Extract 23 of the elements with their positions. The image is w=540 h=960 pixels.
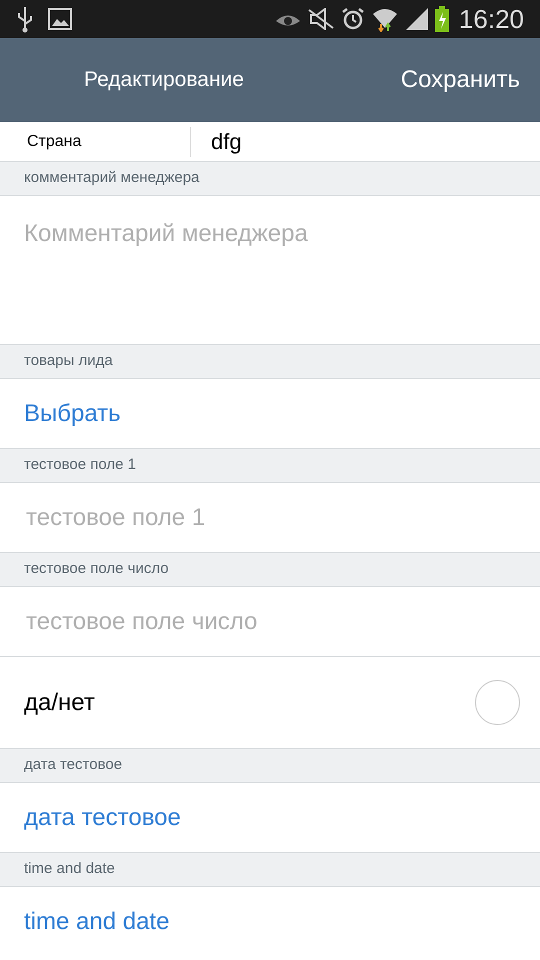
battery-icon	[434, 6, 449, 32]
section-header: товары лида	[0, 344, 540, 379]
wifi-icon	[370, 6, 399, 32]
country-value: dfg	[210, 128, 242, 156]
save-button[interactable]: Сохранить	[400, 62, 520, 98]
clock-time: 16:20	[458, 2, 524, 36]
select-link[interactable]: time and date	[24, 904, 170, 940]
country-label: Страна	[26, 132, 82, 152]
signal-icon	[404, 8, 429, 30]
section-header: тестовое поле число	[0, 552, 540, 587]
header-title: Редактирование	[84, 67, 244, 94]
image-icon	[48, 8, 72, 30]
select-link[interactable]: дата тестовое	[24, 800, 181, 836]
section-header: дата тестовое	[0, 748, 540, 783]
select-link[interactable]: Выбрать	[24, 396, 121, 432]
section-header: тестовое поле 1	[0, 448, 540, 483]
toggle-label: да/нет	[24, 688, 95, 718]
usb-icon	[16, 5, 34, 33]
section-header: time and date	[0, 852, 540, 887]
mute-icon	[306, 8, 335, 30]
radio-button[interactable]	[475, 680, 520, 725]
alarm-icon	[340, 7, 365, 31]
section-header: комментарий менеджера	[0, 161, 540, 196]
